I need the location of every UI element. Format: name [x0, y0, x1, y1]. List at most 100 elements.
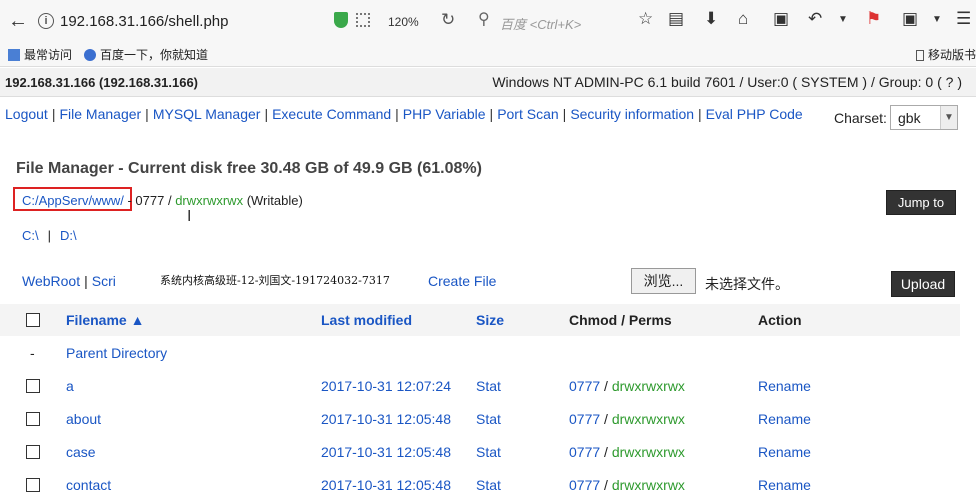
row-checkbox[interactable] — [26, 478, 40, 492]
webroot-row: WebRoot | Scri — [22, 273, 116, 289]
reader-icon[interactable]: ▤ — [668, 9, 684, 29]
perm-link[interactable]: drwxrwxrwx — [612, 411, 685, 427]
rename-link[interactable]: Rename — [758, 477, 811, 493]
nav-port-scan[interactable]: Port Scan — [497, 106, 558, 122]
search-box[interactable]: ⚲ 百度 <Ctrl+K> — [478, 10, 623, 34]
nav-eval-php-code[interactable]: Eval PHP Code — [706, 106, 803, 122]
text-cursor-icon: I — [187, 208, 192, 225]
browse-button[interactable]: 浏览... — [631, 268, 696, 294]
dropdown-icon-2[interactable]: ▼ — [932, 14, 942, 25]
stat-link[interactable]: Stat — [476, 378, 501, 394]
baidu-paw-icon — [84, 49, 96, 61]
jump-to-button[interactable]: Jump to — [886, 190, 956, 215]
chmod-header: Chmod / Perms — [569, 312, 672, 328]
zoom-level[interactable]: 120% — [388, 15, 419, 29]
rename-link[interactable]: Rename — [758, 378, 811, 394]
home-icon[interactable]: ⌂ — [738, 9, 748, 29]
nav-mysql-manager[interactable]: MYSQL Manager — [153, 106, 261, 122]
phone-icon — [916, 50, 924, 61]
bookmark-baidu[interactable]: 百度一下，你就知道 — [84, 46, 208, 63]
nav-execute-command[interactable]: Execute Command — [272, 106, 391, 122]
nav-php-variable[interactable]: PHP Variable — [403, 106, 486, 122]
page-title: File Manager - Current disk free 30.48 G… — [16, 160, 482, 177]
chmod-link[interactable]: 0777 — [569, 477, 600, 493]
modified-date[interactable]: 2017-10-31 12:05:48 — [321, 444, 451, 460]
chmod-link[interactable]: 0777 — [569, 378, 600, 394]
charset-value: gbk — [898, 110, 921, 126]
dropdown-icon[interactable]: ▼ — [838, 14, 848, 25]
perms-cell: 0777 / drwxrwxrwx — [569, 378, 685, 394]
address-bar[interactable]: 192.168.31.166/shell.php — [60, 13, 228, 30]
perm-link[interactable]: drwxrwxrwx — [612, 444, 685, 460]
select-all-checkbox[interactable] — [26, 313, 40, 327]
search-icon: ⚲ — [478, 11, 490, 28]
path-link[interactable]: C:/AppServ/www/ — [22, 193, 124, 208]
stat-link[interactable]: Stat — [476, 411, 501, 427]
screenshot-icon[interactable]: ▣ — [902, 9, 918, 29]
table-header: Filename ▲ Last modified Size Chmod / Pe… — [0, 304, 960, 336]
info-icon[interactable]: i — [38, 13, 54, 29]
action-header: Action — [758, 312, 802, 328]
sort-size[interactable]: Size — [476, 312, 504, 328]
file-name-link[interactable]: contact — [66, 477, 111, 493]
file-name-link[interactable]: case — [66, 444, 96, 460]
webroot-link[interactable]: WebRoot — [22, 273, 80, 289]
row-checkbox[interactable] — [26, 379, 40, 393]
create-file-link[interactable]: Create File — [428, 273, 496, 289]
nav-file-manager[interactable]: File Manager — [59, 106, 141, 122]
chmod-link[interactable]: 0777 — [569, 411, 600, 427]
drive-list: C:\ | D:\ — [22, 228, 77, 243]
modified-date[interactable]: 2017-10-31 12:05:48 — [321, 411, 451, 427]
path-state: (Writable) — [243, 193, 303, 208]
stat-link[interactable]: Stat — [476, 477, 501, 493]
nav-security-information[interactable]: Security information — [570, 106, 694, 122]
current-path: C:/AppServ/www/ - 0777 / drwxrwxrwx (Wri… — [22, 193, 303, 208]
perm-link[interactable]: drwxrwxrwx — [612, 378, 685, 394]
rename-link[interactable]: Rename — [758, 444, 811, 460]
parent-directory-link[interactable]: Parent Directory — [66, 345, 167, 361]
perms-cell: 0777 / drwxrwxrwx — [569, 411, 685, 427]
flag-icon[interactable]: ⚑ — [866, 9, 881, 29]
perm-link[interactable]: drwxrwxrwx — [612, 477, 685, 493]
upload-button[interactable]: Upload — [891, 271, 955, 297]
perms-cell: 0777 / drwxrwxrwx — [569, 444, 685, 460]
stat-link[interactable]: Stat — [476, 444, 501, 460]
nav-logout[interactable]: Logout — [5, 106, 48, 122]
main-nav: Logout | File Manager | MYSQL Manager | Execut… — [5, 106, 803, 122]
bookmarks-bar: 最常访问 百度一下，你就知道 移动版书 — [0, 44, 976, 67]
drive-d-link[interactable]: D:\ — [60, 228, 77, 243]
download-icon[interactable]: ⬇ — [704, 9, 718, 29]
mobile-bookmarks[interactable]: 移动版书 — [916, 46, 976, 63]
crop-icon[interactable]: ▣ — [773, 9, 789, 29]
rename-link[interactable]: Rename — [758, 411, 811, 427]
file-name-link[interactable]: a — [66, 378, 74, 394]
path-mode: - 0777 / — [123, 193, 176, 208]
back-arrow-icon[interactable]: ← — [8, 10, 28, 33]
menu-icon[interactable]: ☰ — [956, 9, 971, 29]
modified-date[interactable]: 2017-10-31 12:05:48 — [321, 477, 451, 493]
chmod-link[interactable]: 0777 — [569, 444, 600, 460]
webroot-separator: | — [84, 273, 88, 289]
row-checkbox[interactable] — [26, 412, 40, 426]
qr-code-icon[interactable] — [356, 13, 370, 27]
shield-icon[interactable] — [334, 12, 348, 28]
undo-icon[interactable]: ↶ — [808, 9, 822, 29]
bookmark-most-visited[interactable]: 最常访问 — [8, 46, 72, 63]
sort-filename[interactable]: Filename ▲ — [66, 312, 144, 328]
charset-select[interactable]: gbk ▼ — [890, 105, 958, 130]
file-name-link[interactable]: about — [66, 411, 101, 427]
star-icon[interactable]: ☆ — [638, 9, 653, 29]
reload-icon[interactable]: ↻ — [441, 10, 455, 30]
scripts-link[interactable]: Scri — [92, 273, 116, 289]
search-placeholder: 百度 <Ctrl+K> — [500, 17, 582, 32]
row-checkbox[interactable] — [26, 445, 40, 459]
drive-separator: | — [47, 228, 52, 243]
modified-date[interactable]: 2017-10-31 12:07:24 — [321, 378, 451, 394]
host-bar: 192.168.31.166 (192.168.31.166) Windows … — [0, 68, 976, 97]
drive-c-link[interactable]: C:\ — [22, 228, 39, 243]
table-row: case 2017-10-31 12:05:48 Stat 0777 / drw… — [0, 436, 960, 469]
sort-last-modified[interactable]: Last modified — [321, 312, 412, 328]
system-info: Windows NT ADMIN-PC 6.1 build 7601 / Use… — [492, 74, 962, 90]
chevron-down-icon: ▼ — [940, 106, 957, 129]
path-perm-link[interactable]: drwxrwxrwx — [175, 193, 243, 208]
